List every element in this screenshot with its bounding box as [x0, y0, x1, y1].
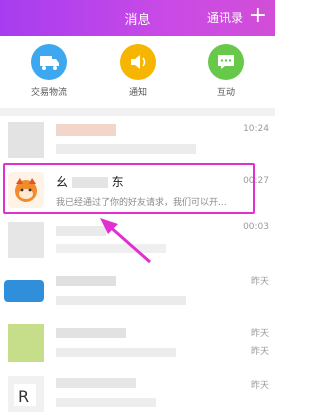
- top-bar: 消息 通讯录 +: [0, 0, 275, 36]
- list-item-partial[interactable]: 昨天: [0, 346, 275, 372]
- contacts-button[interactable]: 通讯录: [207, 9, 243, 26]
- timestamp: 昨天: [250, 277, 269, 287]
- blurred-name: [56, 328, 126, 338]
- truck-icon: [31, 44, 67, 80]
- blurred-name: [56, 124, 116, 136]
- avatar: R: [8, 376, 44, 412]
- timestamp: 昨天: [250, 381, 269, 391]
- avatar: [8, 122, 44, 158]
- list-item[interactable]: 昨天: [0, 266, 275, 319]
- blurred-preview: [56, 296, 186, 305]
- chat-bubble-icon: [208, 44, 244, 80]
- list-item[interactable]: 00:03: [0, 214, 275, 267]
- blurred-preview: [56, 244, 166, 253]
- quick-actions: 交易物流 通知 互动: [0, 36, 275, 108]
- add-button[interactable]: +: [249, 3, 267, 29]
- quick-logistics-label: 交易物流: [30, 88, 67, 98]
- blurred-preview: [56, 398, 156, 407]
- blurred-name: [56, 378, 136, 388]
- speaker-icon: [120, 44, 156, 80]
- timestamp: 昨天: [250, 329, 269, 339]
- svg-text:R: R: [18, 387, 29, 406]
- list-item[interactable]: R 昨天: [0, 370, 275, 416]
- blurred-preview: [56, 144, 196, 154]
- timestamp: 10:24: [243, 124, 269, 134]
- quick-interact-label: 互动: [216, 88, 235, 98]
- list-item[interactable]: 10:24: [0, 116, 275, 169]
- timestamp: 昨天: [250, 347, 269, 357]
- avatar: [4, 280, 44, 302]
- quick-notice[interactable]: 通知: [103, 44, 173, 98]
- blurred-name: [56, 276, 116, 286]
- section-divider: [0, 108, 275, 116]
- avatar: [8, 222, 44, 258]
- timestamp: 00:03: [243, 222, 269, 232]
- blurred-name: [56, 226, 106, 236]
- quick-interact[interactable]: 互动: [191, 44, 261, 98]
- quick-notice-label: 通知: [128, 88, 147, 98]
- logo-icon: R: [14, 384, 36, 406]
- quick-logistics[interactable]: 交易物流: [14, 44, 84, 98]
- highlight-box: [3, 163, 255, 214]
